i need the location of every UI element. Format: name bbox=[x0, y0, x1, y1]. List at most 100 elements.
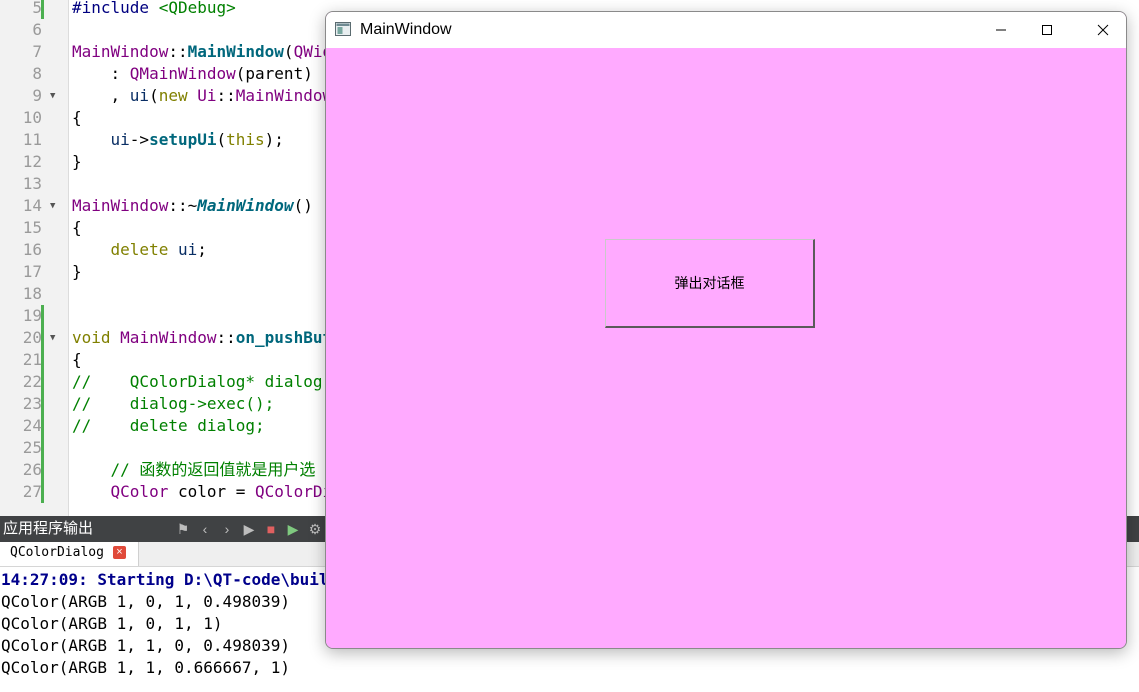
line-number: 12 bbox=[22, 152, 42, 171]
close-button[interactable] bbox=[1080, 12, 1126, 48]
debug-run-icon[interactable]: ▶ bbox=[285, 521, 301, 538]
code-token: :: bbox=[216, 328, 236, 347]
code-token: new bbox=[158, 86, 198, 105]
code-text: // 函数的返回值就是用户选 bbox=[72, 459, 316, 481]
line-number: 11 bbox=[22, 130, 42, 149]
output-tab-qcolordialog[interactable]: QColorDialog × bbox=[0, 542, 139, 566]
code-token: // 函数的返回值就是用户选 bbox=[72, 460, 316, 479]
app-window-icon bbox=[335, 22, 351, 36]
code-token: () bbox=[293, 196, 313, 215]
code-token: ui bbox=[177, 240, 198, 259]
minimize-icon bbox=[996, 29, 1006, 31]
code-token: :: bbox=[168, 42, 188, 61]
line-number: 17 bbox=[22, 262, 42, 281]
fold-arrow-icon[interactable]: ▼ bbox=[50, 327, 55, 349]
line-number: 6 bbox=[32, 20, 42, 39]
code-token: color = bbox=[168, 482, 256, 501]
close-icon bbox=[1097, 24, 1109, 36]
line-number: 9 bbox=[32, 86, 42, 105]
window-client-area: 弹出对话框 bbox=[326, 48, 1126, 648]
code-text: } bbox=[72, 261, 82, 283]
settings-icon[interactable]: ⚙ bbox=[307, 521, 323, 538]
code-token: QMainWindow bbox=[129, 64, 236, 83]
code-token: Ui bbox=[197, 86, 217, 105]
code-token: ( bbox=[216, 130, 227, 149]
code-text: ui->setupUi(this); bbox=[72, 129, 284, 151]
log-line: QColor(ARGB 1, 0, 1, 1) bbox=[1, 614, 223, 633]
code-token: : bbox=[72, 64, 130, 83]
code-token: this bbox=[226, 130, 265, 149]
minimize-button[interactable] bbox=[978, 12, 1024, 48]
code-token: // delete dialog; bbox=[72, 416, 265, 435]
code-text: delete ui; bbox=[72, 239, 207, 261]
maximize-button[interactable] bbox=[1024, 12, 1070, 48]
code-token: MainWindow bbox=[72, 196, 169, 215]
code-token: MainWindow bbox=[187, 42, 284, 61]
code-text: // QColorDialog* dialog bbox=[72, 371, 322, 393]
line-number: 5 bbox=[32, 0, 42, 17]
line-number: 8 bbox=[32, 64, 42, 83]
code-token: MainWindow bbox=[120, 328, 217, 347]
line-number: 20 bbox=[22, 328, 42, 347]
code-text: { bbox=[72, 107, 82, 129]
prev-icon[interactable]: ‹ bbox=[197, 521, 213, 537]
code-token: delete bbox=[110, 240, 178, 259]
code-token: ( bbox=[283, 42, 294, 61]
code-text: // delete dialog; bbox=[72, 415, 265, 437]
next-icon[interactable]: › bbox=[219, 521, 235, 537]
code-token: MainWindow bbox=[197, 196, 294, 215]
line-number: 13 bbox=[22, 174, 42, 193]
line-number: 22 bbox=[22, 372, 42, 391]
code-token: ui bbox=[129, 86, 150, 105]
output-pane-title: 应用程序输出 bbox=[3, 520, 94, 537]
code-token: :: bbox=[216, 86, 236, 105]
line-number: 25 bbox=[22, 438, 42, 457]
code-text: : QMainWindow(parent) bbox=[72, 63, 313, 85]
log-line: QColor(ARGB 1, 1, 0.666667, 1) bbox=[1, 658, 290, 677]
qt-main-window[interactable]: MainWindow 弹出对话框 bbox=[325, 11, 1127, 649]
code-token: setupUi bbox=[149, 130, 217, 149]
code-token: QColor bbox=[110, 482, 169, 501]
code-token: { bbox=[72, 350, 82, 369]
line-number: 14 bbox=[22, 196, 42, 215]
code-text: MainWindow::~MainWindow() bbox=[72, 195, 313, 217]
code-token: // dialog->exec(); bbox=[72, 394, 275, 413]
fold-arrow-icon[interactable]: ▼ bbox=[50, 195, 55, 217]
code-token: , bbox=[72, 86, 130, 105]
code-token: // QColorDialog* dialog bbox=[72, 372, 323, 391]
code-token: } bbox=[72, 152, 82, 171]
line-number: 16 bbox=[22, 240, 42, 259]
log-line: 14:27:09: Starting D:\QT-code\build bbox=[1, 570, 339, 589]
fold-arrow-icon[interactable]: ▼ bbox=[50, 85, 55, 107]
code-token: { bbox=[72, 218, 82, 237]
code-text: , ui(new Ui::MainWindow) bbox=[72, 85, 342, 107]
broom-icon[interactable]: ⚑ bbox=[175, 521, 191, 538]
line-number: 27 bbox=[22, 482, 42, 501]
code-token: } bbox=[72, 262, 82, 281]
log-line: QColor(ARGB 1, 0, 1, 0.498039) bbox=[1, 592, 290, 611]
code-text: // dialog->exec(); bbox=[72, 393, 274, 415]
code-token: MainWindow bbox=[235, 86, 333, 105]
code-token: ; bbox=[197, 240, 207, 259]
line-number: 26 bbox=[22, 460, 42, 479]
window-title: MainWindow bbox=[360, 21, 452, 38]
line-number: 23 bbox=[22, 394, 42, 413]
code-text: { bbox=[72, 217, 82, 239]
run-icon[interactable]: ▶ bbox=[241, 521, 257, 538]
stop-icon[interactable]: ■ bbox=[263, 521, 279, 537]
code-text: { bbox=[72, 349, 82, 371]
line-number: 15 bbox=[22, 218, 42, 237]
code-token: void bbox=[72, 328, 121, 347]
window-titlebar[interactable]: MainWindow bbox=[326, 12, 1126, 48]
log-line: QColor(ARGB 1, 1, 0, 0.498039) bbox=[1, 636, 290, 655]
code-token: { bbox=[72, 108, 82, 127]
code-text: } bbox=[72, 151, 82, 173]
code-token: ui bbox=[110, 130, 130, 149]
code-token: -> bbox=[129, 130, 150, 149]
open-dialog-button[interactable]: 弹出对话框 bbox=[605, 239, 815, 328]
close-icon[interactable]: × bbox=[113, 546, 126, 559]
code-token: (parent) bbox=[235, 64, 313, 83]
code-token: MainWindow bbox=[72, 42, 169, 61]
